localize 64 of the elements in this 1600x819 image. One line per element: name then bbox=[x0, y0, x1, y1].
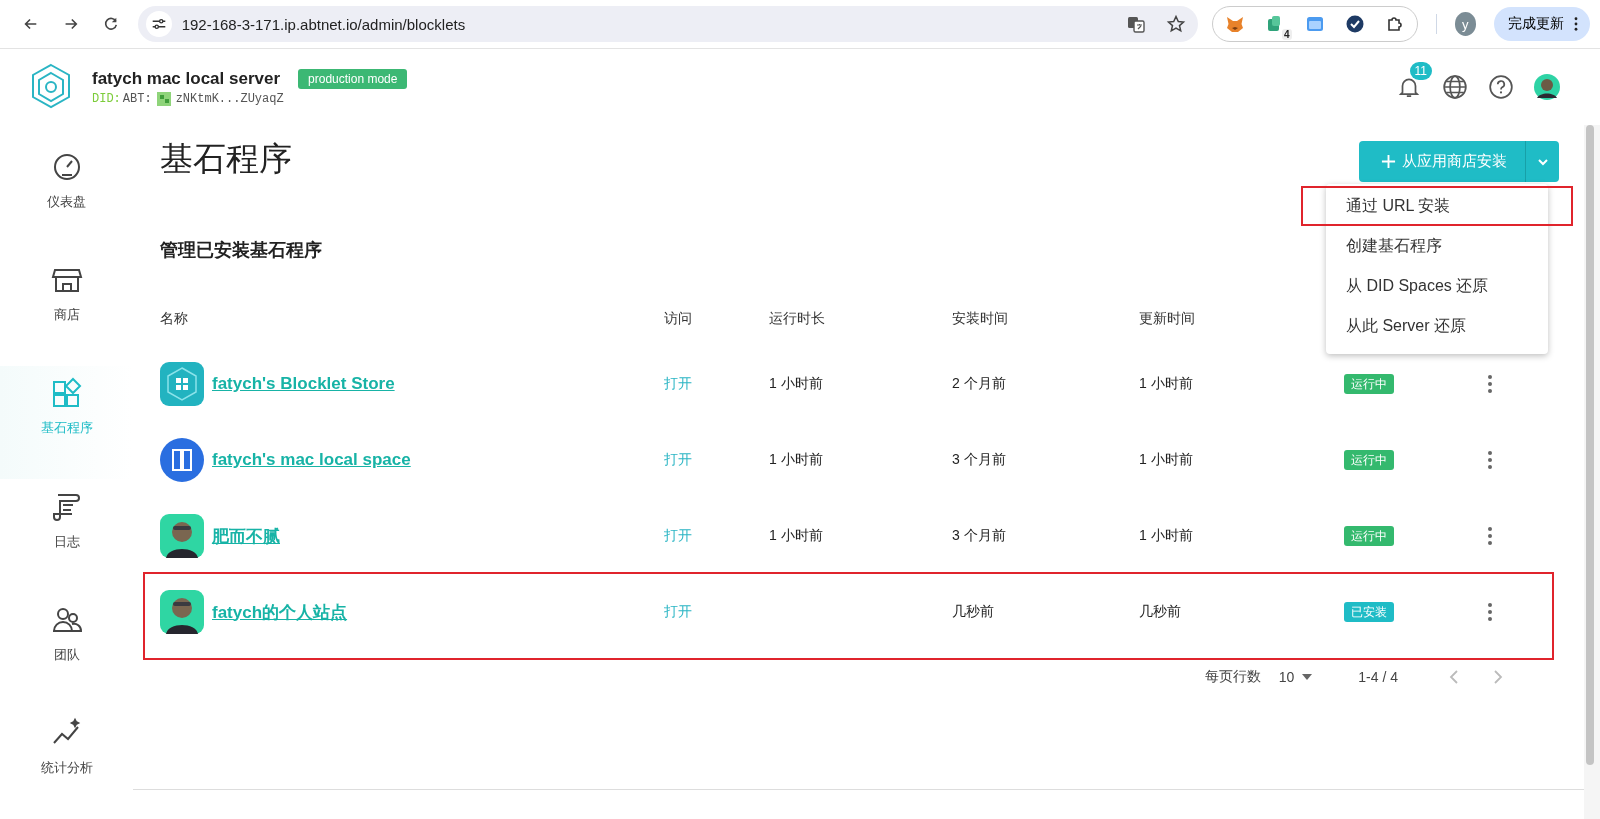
updated-time: 1 小时前 bbox=[1139, 527, 1193, 543]
check-circle-icon[interactable] bbox=[1344, 14, 1365, 34]
installed-time: 几秒前 bbox=[952, 603, 994, 619]
more-icon[interactable] bbox=[1487, 602, 1493, 622]
hexagon-app-icon bbox=[160, 362, 204, 406]
menu-item[interactable]: 从此 Server 还原 bbox=[1326, 306, 1548, 346]
fox-icon[interactable] bbox=[1224, 14, 1245, 34]
status-badge: 运行中 bbox=[1344, 526, 1394, 546]
update-button[interactable]: 完成更新 bbox=[1493, 7, 1590, 41]
column-header: 安装时间 bbox=[952, 310, 1009, 328]
sidebar-item[interactable]: 日志 bbox=[0, 479, 133, 593]
installed-time: 3 个月前 bbox=[952, 527, 1006, 543]
address-bar[interactable]: 192-168-3-171.ip.abtnet.io/admin/blocklets bbox=[137, 6, 1198, 42]
uptime-text: 1 小时前 bbox=[769, 375, 823, 391]
sidebar-item[interactable]: 团队 bbox=[0, 592, 133, 706]
page-title: 基石程序 bbox=[160, 139, 292, 179]
updated-time: 几秒前 bbox=[1139, 603, 1181, 619]
kebab-icon bbox=[1573, 17, 1578, 31]
menu-item[interactable]: 通过 URL 安装 bbox=[1301, 186, 1573, 226]
mode-badge: production mode bbox=[298, 68, 408, 89]
rows-per-page-label: 每页行数 bbox=[1204, 668, 1261, 686]
updated-time: 1 小时前 bbox=[1139, 451, 1193, 467]
column-header: 运行时长 bbox=[769, 310, 826, 328]
menu-item[interactable]: 从 DID Spaces 还原 bbox=[1326, 266, 1548, 306]
user-avatar[interactable] bbox=[1534, 74, 1560, 100]
did-value: zNKtmK...ZUyaqZ bbox=[175, 91, 284, 106]
window-icon[interactable] bbox=[1304, 14, 1325, 34]
star-icon[interactable] bbox=[1165, 14, 1186, 34]
sidebar-item[interactable]: 统计分析 bbox=[0, 705, 133, 819]
sidebar-item[interactable]: 商店 bbox=[0, 252, 133, 366]
status-badge: 已安装 bbox=[1344, 602, 1394, 622]
server-title: fatych mac local server bbox=[92, 68, 281, 89]
installed-time: 3 个月前 bbox=[952, 451, 1006, 467]
status-badge: 运行中 bbox=[1344, 450, 1394, 470]
page-range: 1-4 / 4 bbox=[1358, 669, 1398, 685]
translate-icon[interactable] bbox=[1125, 14, 1146, 34]
scrollbar-thumb[interactable] bbox=[1586, 125, 1594, 765]
column-header: 名称 bbox=[160, 310, 189, 328]
blocks-icon bbox=[50, 377, 83, 410]
updated-time: 1 小时前 bbox=[1139, 375, 1193, 391]
uptime-text: 1 小时前 bbox=[769, 527, 823, 543]
did-type: ABT: bbox=[122, 91, 152, 106]
uptime-text: 1 小时前 bbox=[769, 451, 823, 467]
more-icon[interactable] bbox=[1487, 526, 1493, 546]
extension-badge: 4 bbox=[1282, 29, 1292, 40]
installed-time: 2 个月前 bbox=[952, 375, 1006, 391]
status-badge: 运行中 bbox=[1344, 374, 1394, 394]
globe-icon[interactable] bbox=[1442, 74, 1468, 100]
section-subtitle: 管理已安装基石程序 bbox=[160, 239, 322, 262]
column-header: 更新时间 bbox=[1139, 310, 1196, 328]
help-icon[interactable] bbox=[1488, 74, 1514, 100]
space-app-icon bbox=[160, 438, 204, 482]
plus-icon bbox=[1381, 154, 1396, 169]
did-avatar-icon bbox=[156, 91, 171, 106]
sidebar-item[interactable]: 仪表盘 bbox=[0, 139, 133, 253]
menu-item[interactable]: 创建基石程序 bbox=[1326, 226, 1548, 266]
more-icon[interactable] bbox=[1487, 450, 1493, 470]
rows-per-page-select[interactable]: 10 bbox=[1278, 669, 1313, 685]
caret-icon bbox=[1302, 674, 1313, 680]
column-header: 访问 bbox=[664, 310, 693, 328]
tune-icon[interactable] bbox=[145, 11, 172, 37]
did-prefix: DID: bbox=[92, 91, 121, 106]
more-icon[interactable] bbox=[1487, 374, 1493, 394]
notification-badge: 11 bbox=[1409, 62, 1432, 80]
